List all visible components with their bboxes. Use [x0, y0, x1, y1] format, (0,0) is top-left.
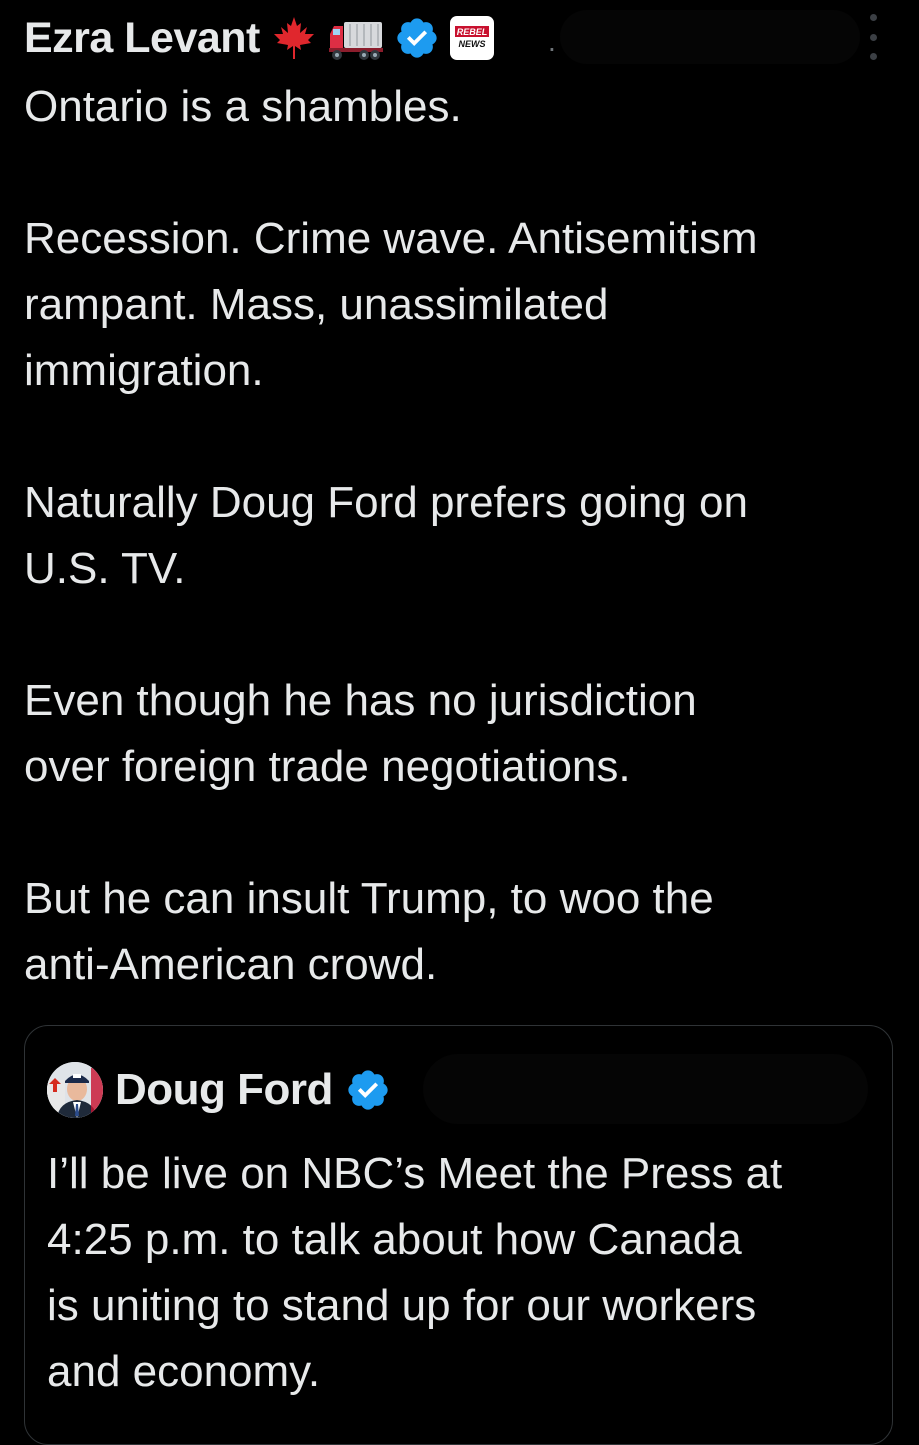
tweet-text: Ontario is a shambles. Recession. Crime … — [24, 82, 758, 989]
svg-text:NEWS: NEWS — [458, 39, 485, 49]
maple-leaf-emoji — [270, 14, 318, 62]
redacted-handle — [560, 10, 860, 64]
avatar[interactable] — [47, 1062, 103, 1118]
author-name[interactable]: Ezra Levant — [24, 14, 260, 63]
quoted-tweet-text: I’ll be live on NBC’s Meet the Press at … — [47, 1149, 783, 1396]
svg-text:REBEL: REBEL — [457, 27, 488, 37]
truck-emoji — [328, 14, 384, 62]
header-separator: . — [548, 26, 556, 57]
redacted-handle — [423, 1054, 868, 1124]
tweet: Ezra Levant REBEL NEWS . Ontario is a sh… — [0, 0, 919, 1445]
verified-badge-icon[interactable] — [345, 1067, 391, 1113]
more-options-icon[interactable] — [867, 14, 879, 60]
quoted-author-name[interactable]: Doug Ford — [115, 1065, 333, 1115]
quoted-tweet-header: Doug Ford — [47, 1060, 391, 1120]
rebel-news-affiliate-badge[interactable]: REBEL NEWS — [449, 16, 494, 60]
tweet-header: Ezra Levant REBEL NEWS — [24, 8, 494, 68]
verified-badge-icon[interactable] — [394, 15, 440, 61]
quoted-tweet-card[interactable]: Doug Ford I’ll be live on NBC’s Meet the… — [24, 1025, 893, 1445]
